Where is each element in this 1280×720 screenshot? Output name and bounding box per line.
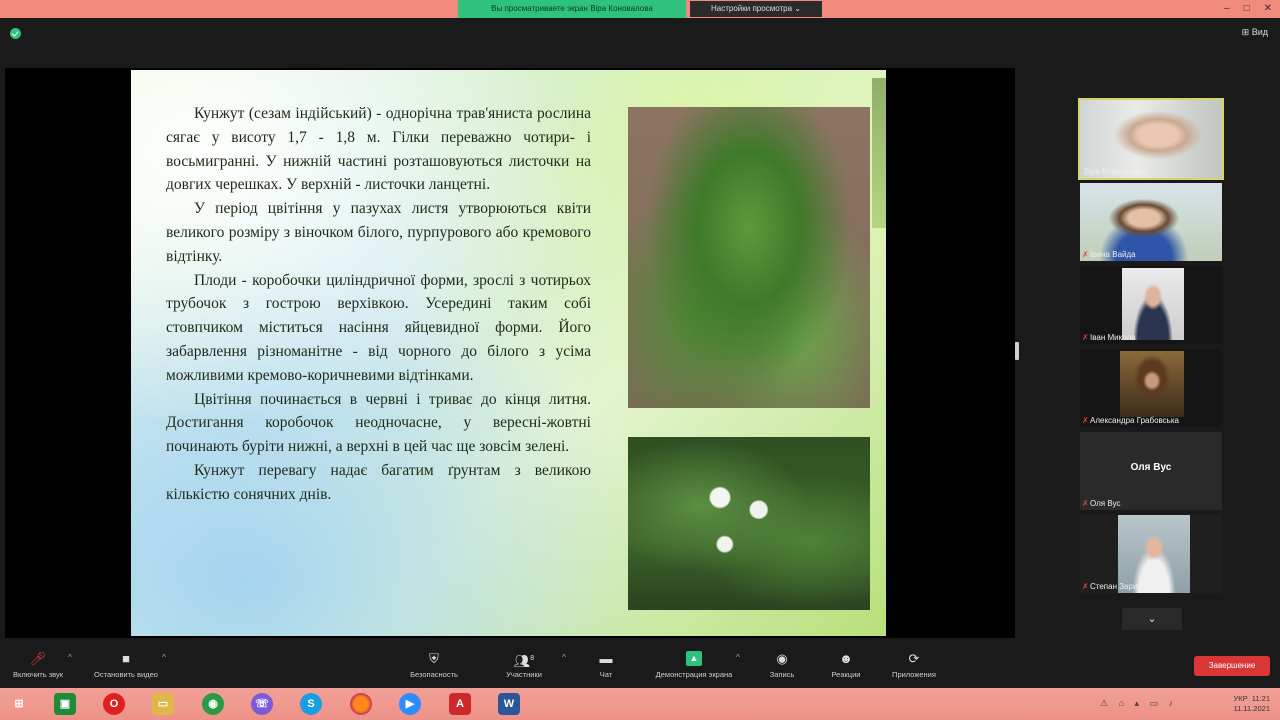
participant-tile[interactable]: ✗ Ірина Вайда — [1080, 183, 1222, 261]
participant-name: Степан Зарицький — [1090, 582, 1159, 591]
video-camera-icon: ■ — [122, 651, 130, 666]
stop-video-label: Остановить видео — [94, 670, 158, 679]
scroll-down-button[interactable]: ⌄ — [1122, 608, 1182, 630]
participant-video-frame — [1120, 351, 1184, 417]
participants-count: 8 — [530, 655, 535, 662]
record-icon: ◉ — [776, 651, 788, 666]
window-controls: – □ ✕ — [1224, 0, 1272, 18]
mic-muted-icon: ✗ — [1082, 333, 1089, 342]
sesame-flower-photo — [628, 437, 870, 610]
windows-start-icon[interactable]: ⊞ — [8, 693, 30, 715]
skype-icon[interactable]: S — [300, 693, 322, 715]
participant-tile[interactable]: Віра Коновалова — [1078, 98, 1224, 180]
unmute-button[interactable]: 🎤︎ Включить звук — [8, 651, 68, 679]
share-screen-button[interactable]: ▲ Демонстрация экрана — [646, 651, 742, 679]
participant-placeholder-name: Оля Вус — [1130, 462, 1172, 473]
slide-paragraph: Кунжут (сезам індійський) - однорічна тр… — [166, 105, 591, 194]
apps-button[interactable]: ⟳ Приложения — [882, 651, 946, 679]
participant-name: Оля Вус — [1090, 499, 1121, 508]
view-options-label: Настройки просмотра — [711, 4, 793, 13]
chevron-down-icon: ⌄ — [794, 4, 801, 13]
file-app-icon[interactable]: ▣ — [54, 693, 76, 715]
maximize-button[interactable]: □ — [1244, 0, 1250, 18]
slide-paragraph: Цвітіння починається в червні і триває д… — [166, 390, 591, 456]
participant-tile[interactable]: Оля Вус ✗ Оля Вус — [1080, 432, 1222, 510]
participant-tile[interactable]: ✗ Іван Микола — [1080, 266, 1222, 344]
participant-name: Іван Микола — [1090, 333, 1136, 342]
time-label: 11:21 — [1251, 694, 1270, 703]
participant-tile[interactable]: ✗ Степан Зарицький — [1080, 515, 1222, 593]
window-title-bar: Вы просматриваете экран Віра Коновалова … — [0, 0, 1280, 18]
security-label: Безопасность — [410, 670, 458, 679]
participants-button[interactable]: 👥︎8 Участники — [494, 651, 554, 679]
participants-icon: 👥︎8 — [513, 653, 535, 669]
mic-muted-icon: ✗ — [1082, 250, 1089, 259]
reactions-button[interactable]: ☻ Реакции — [824, 651, 868, 679]
unmute-label: Включить звук — [12, 670, 64, 679]
viber-icon[interactable]: ☏ — [251, 693, 273, 715]
minimize-button[interactable]: – — [1224, 0, 1230, 18]
stop-video-button[interactable]: ■ Остановить видео — [86, 651, 166, 679]
share-screen-label: Демонстрация экрана — [655, 670, 733, 679]
participants-label: Участники — [506, 670, 542, 679]
word-icon[interactable]: W — [498, 693, 520, 715]
participant-name: Віра Коновалова — [1084, 167, 1147, 176]
view-options-dropdown[interactable]: Настройки просмотра ⌄ — [690, 1, 822, 17]
close-button[interactable]: ✕ — [1264, 0, 1272, 18]
mic-muted-icon: ✗ — [1082, 582, 1089, 591]
slide-paragraph: Кунжут перевагу надає багатим ґрунтам з … — [166, 461, 591, 503]
slide-text-block: Кунжут (сезам індійський) - однорічна тр… — [166, 102, 591, 507]
record-label: Запись — [769, 670, 795, 679]
apps-label: Приложения — [892, 670, 936, 679]
participant-name: Ірина Вайда — [1090, 250, 1136, 259]
mic-muted-icon: ✗ — [1082, 499, 1089, 508]
slide-paragraph: У період цвітіння у пазухах листя утворю… — [166, 200, 591, 265]
security-button[interactable]: ⛨ Безопасность — [402, 651, 466, 679]
record-button[interactable]: ◉ Запись — [762, 651, 802, 679]
slide-paragraph: Плоди - коробочки циліндричної форми, зр… — [166, 271, 591, 384]
audio-options-caret[interactable]: ^ — [68, 653, 72, 662]
participant-name: Александра Грабовська — [1090, 416, 1179, 425]
share-options-caret[interactable]: ^ — [736, 653, 740, 662]
video-options-caret[interactable]: ^ — [162, 653, 166, 662]
clock[interactable]: УКР 11:21 11.11.2021 — [1233, 694, 1270, 714]
sesame-plant-photo — [628, 107, 870, 408]
view-toggle-button[interactable]: ⊞ Вид — [1242, 27, 1268, 38]
mic-muted-icon: ✗ — [1082, 416, 1089, 425]
pdf-reader-icon[interactable]: A — [449, 693, 471, 715]
file-explorer-icon[interactable]: ▭ — [152, 693, 174, 715]
slide-decoration — [872, 78, 886, 228]
chat-label: Чат — [599, 670, 613, 679]
shield-icon: ⛨ — [429, 651, 439, 666]
encryption-shield-icon[interactable] — [10, 28, 21, 39]
apps-icon: ⟳ — [908, 651, 920, 666]
date-label: 11.11.2021 — [1233, 704, 1270, 713]
zoom-icon[interactable]: ▶ — [399, 693, 421, 715]
chrome-icon[interactable]: ◉ — [202, 693, 224, 715]
screen-share-banner: Вы просматриваете экран Віра Коновалова — [458, 0, 686, 18]
smiley-icon: ☻ — [839, 651, 853, 666]
participant-gallery: Віра Коновалова ✗ Ірина Вайда ✗ Іван Мик… — [1078, 98, 1224, 598]
firefox-icon[interactable] — [350, 693, 372, 715]
splitter-handle[interactable] — [1015, 342, 1019, 360]
os-taskbar: ⊞ ▣ O ▭ ◉ ☏ S ▶ A W ⚠ ⌂ ▴ ▭ ♪ УКР 11:21 … — [0, 688, 1280, 720]
presentation-slide: Кунжут (сезам індійський) - однорічна тр… — [131, 70, 886, 636]
chat-button[interactable]: ▬ Чат — [590, 651, 622, 679]
chat-icon: ▬ — [599, 651, 613, 666]
end-meeting-button[interactable]: Завершение — [1194, 656, 1270, 676]
participant-video-frame — [1122, 268, 1184, 340]
lang-indicator[interactable]: УКР — [1233, 694, 1247, 703]
participants-options-caret[interactable]: ^ — [562, 653, 566, 662]
share-screen-icon: ▲ — [686, 651, 702, 666]
participant-tile[interactable]: ✗ Александра Грабовська — [1080, 349, 1222, 427]
system-tray-icons[interactable]: ⚠ ⌂ ▴ ▭ ♪ — [1100, 698, 1177, 709]
meeting-toolbar: 🎤︎ Включить звук ^ ■ Остановить видео ^ … — [0, 645, 1280, 687]
opera-icon[interactable]: O — [103, 693, 125, 715]
mic-muted-icon: 🎤︎ — [29, 651, 47, 666]
reactions-label: Реакции — [831, 670, 861, 679]
